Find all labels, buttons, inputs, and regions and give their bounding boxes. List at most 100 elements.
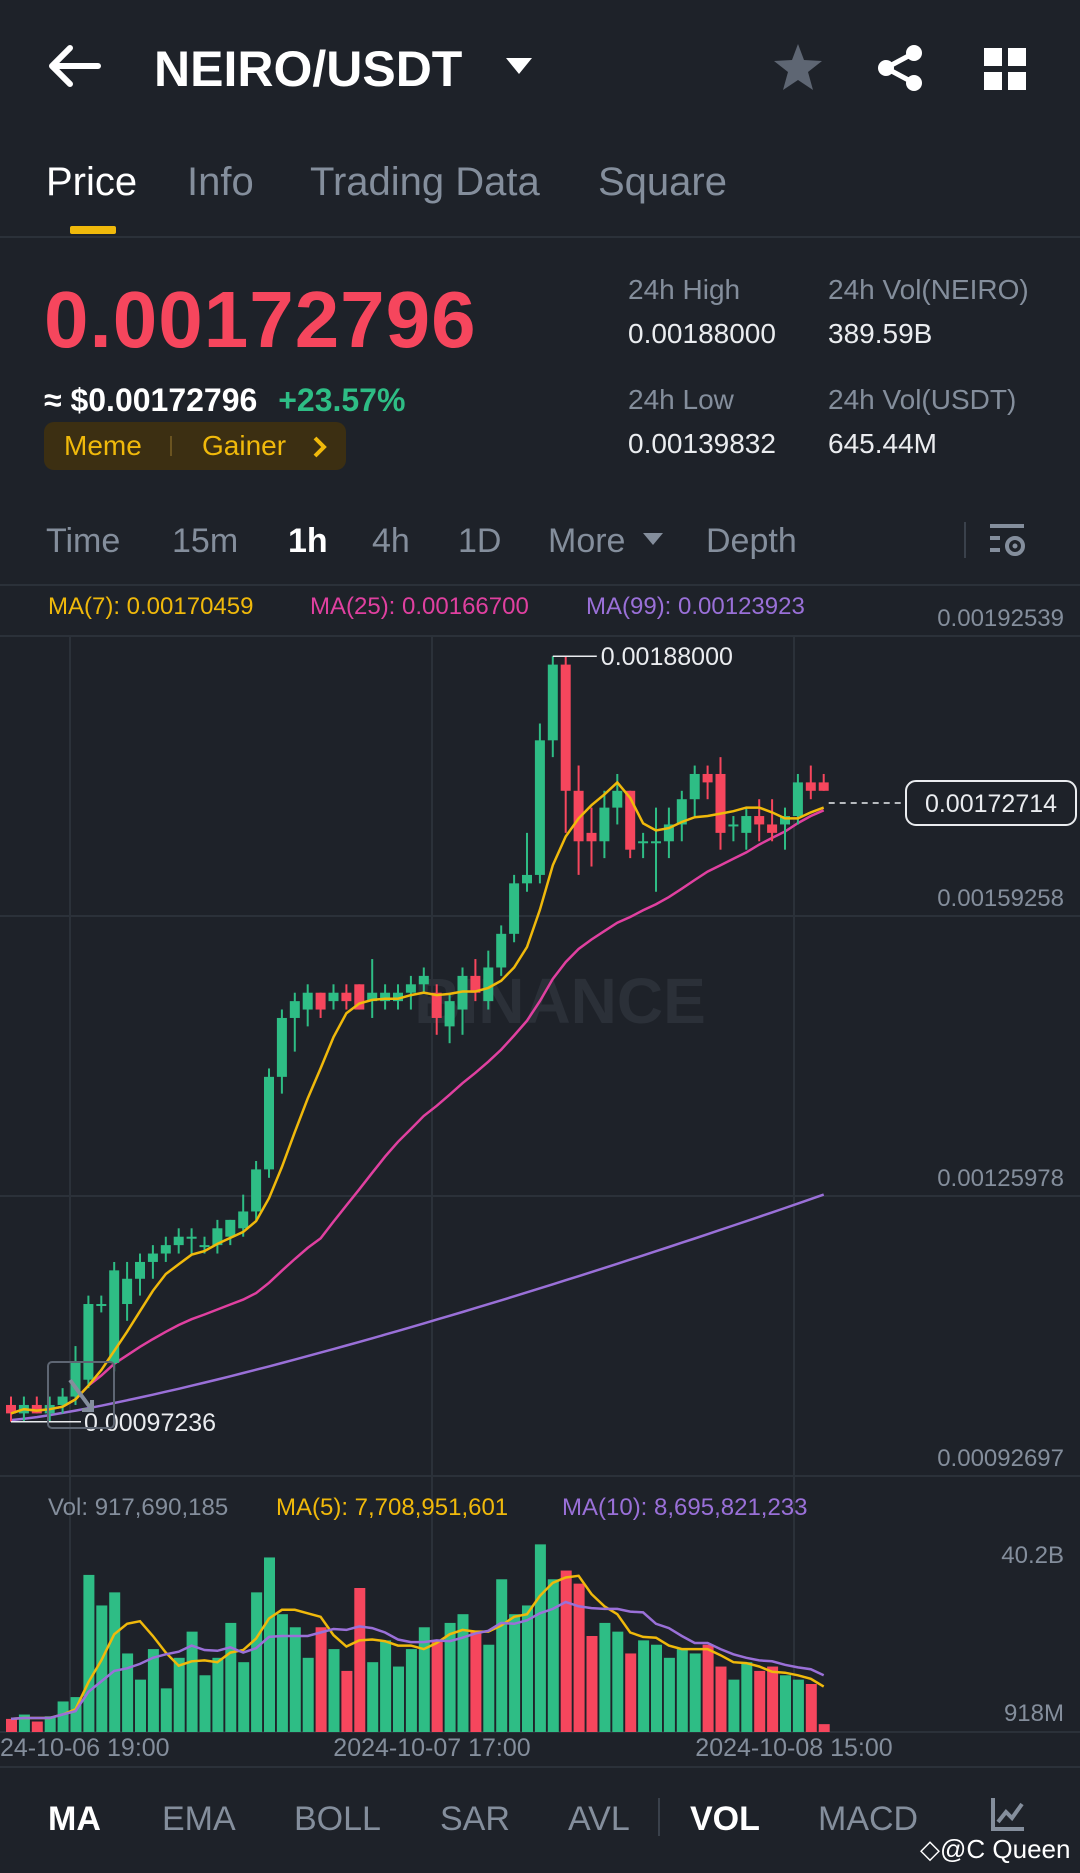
- volume-bar: [792, 1679, 804, 1732]
- volume-bar: [264, 1557, 275, 1732]
- candle-body: [560, 664, 571, 791]
- indicator-ma[interactable]: MA: [48, 1800, 101, 1839]
- candle-body: [792, 782, 803, 817]
- volume-bar: [780, 1675, 791, 1732]
- candle-body: [173, 1236, 184, 1246]
- volume-bar: [405, 1649, 417, 1732]
- interval-depth[interactable]: Depth: [706, 522, 797, 561]
- candle-body: [225, 1219, 236, 1237]
- tab-trading-data[interactable]: Trading Data: [310, 160, 540, 205]
- volume-bar: [612, 1631, 624, 1732]
- tags-pill[interactable]: Meme Gainer: [44, 422, 346, 470]
- indicator-boll[interactable]: BOLL: [294, 1800, 381, 1839]
- credit-label: ◇@C Queen: [920, 1834, 1070, 1865]
- volume-bar: [676, 1649, 688, 1732]
- usd-price-row: ≈ $0.00172796 +23.57%: [44, 382, 405, 419]
- volume-bar: [522, 1605, 533, 1732]
- volume-bar: [638, 1640, 650, 1732]
- indicator-macd[interactable]: MACD: [818, 1800, 918, 1839]
- candle-body: [96, 1304, 107, 1307]
- tab-info[interactable]: Info: [187, 160, 254, 205]
- low-value: 0.00139832: [628, 428, 776, 459]
- candle-body: [186, 1236, 197, 1239]
- volume-bar: [225, 1622, 237, 1732]
- candle-body: [638, 841, 649, 844]
- candle-body: [483, 967, 494, 1002]
- volume-bar: [509, 1614, 521, 1732]
- interval-1h[interactable]: 1h: [288, 522, 328, 561]
- tab-square[interactable]: Square: [598, 160, 727, 205]
- price-change: +23.57%: [278, 382, 406, 418]
- interval-time[interactable]: Time: [46, 522, 120, 561]
- vol-ma5-legend: MA(5): 7,708,951,601: [276, 1494, 509, 1521]
- candle-body: [405, 984, 416, 993]
- chart-settings-icon[interactable]: [988, 520, 1028, 565]
- chevron-down-icon[interactable]: [504, 56, 534, 81]
- high-label: 24h High: [628, 274, 741, 305]
- tag-gainer[interactable]: Gainer: [202, 430, 286, 462]
- volume-bar: [818, 1724, 830, 1732]
- volume-bar: [483, 1644, 495, 1732]
- indicator-divider: [658, 1798, 660, 1836]
- candle-body: [302, 992, 313, 1010]
- indicator-ema[interactable]: EMA: [162, 1800, 236, 1839]
- candle-body: [767, 824, 778, 833]
- logo-icon: ◇: [920, 1834, 940, 1864]
- last-price: 0.00172796: [44, 275, 477, 364]
- candlestick-chart[interactable]: BINANCE 0.001880000.00097236 0.00192539 …: [0, 585, 1080, 1765]
- volume-bar: [380, 1640, 392, 1732]
- indicator-sar[interactable]: SAR: [440, 1800, 510, 1839]
- active-tab-indicator: [70, 226, 116, 234]
- volume-bars: [6, 1544, 830, 1732]
- volume-bar: [754, 1670, 766, 1732]
- candle-body: [264, 1076, 274, 1170]
- chart-markers: 0.00188000 0.00097236: [11, 643, 904, 1437]
- volume-bar: [31, 1721, 43, 1732]
- candle-body: [509, 883, 520, 934]
- pair-title[interactable]: NEIRO/USDT: [154, 40, 462, 98]
- volume-bar: [625, 1653, 637, 1732]
- volume-bar: [147, 1649, 159, 1732]
- top-bar: NEIRO/USDT: [0, 0, 1080, 130]
- ma99-line: [10, 1193, 825, 1422]
- candle-body: [238, 1211, 249, 1229]
- indicator-vol[interactable]: VOL: [690, 1800, 760, 1839]
- vol-tick-top: 40.2B: [1001, 1542, 1064, 1569]
- interval-4h[interactable]: 4h: [372, 522, 410, 561]
- volume-bar: [57, 1701, 69, 1732]
- price-tick-4: 0.00092697: [937, 1445, 1064, 1472]
- volume-bar: [276, 1614, 288, 1732]
- back-arrow-icon[interactable]: [48, 44, 104, 88]
- vol-quote-label: 24h Vol(USDT): [828, 384, 1017, 415]
- indicator-settings-icon[interactable]: [990, 1796, 1026, 1837]
- candle-body: [612, 790, 623, 808]
- volume-bar: [122, 1653, 134, 1732]
- grid-icon[interactable]: [984, 48, 1026, 95]
- candle-body: [702, 773, 713, 783]
- candle-body: [444, 1001, 455, 1027]
- volume-bar: [431, 1640, 443, 1732]
- indicator-avl[interactable]: AVL: [568, 1800, 630, 1839]
- volume-bar: [83, 1574, 95, 1732]
- chevron-right-icon: [312, 434, 328, 466]
- candle-body: [741, 816, 752, 833]
- volume-bar: [393, 1666, 404, 1732]
- interval-1d[interactable]: 1D: [458, 522, 501, 561]
- interval-more[interactable]: More: [548, 522, 625, 561]
- tag-divider: [170, 436, 172, 456]
- volume-bar: [702, 1644, 714, 1732]
- candle-body: [818, 782, 829, 791]
- tag-meme[interactable]: Meme: [64, 430, 142, 462]
- volume-bar: [238, 1662, 250, 1732]
- volume-bar: [805, 1684, 817, 1732]
- interval-15m[interactable]: 15m: [172, 522, 238, 561]
- candle-body: [341, 992, 352, 1002]
- candle-body: [251, 1169, 262, 1212]
- candle-body: [199, 1245, 210, 1248]
- tab-price[interactable]: Price: [46, 160, 137, 205]
- candle-body: [728, 824, 739, 827]
- star-icon[interactable]: [772, 42, 824, 97]
- volume-bar: [96, 1605, 108, 1732]
- share-icon[interactable]: [876, 44, 924, 97]
- more-chevron-icon: [642, 532, 664, 551]
